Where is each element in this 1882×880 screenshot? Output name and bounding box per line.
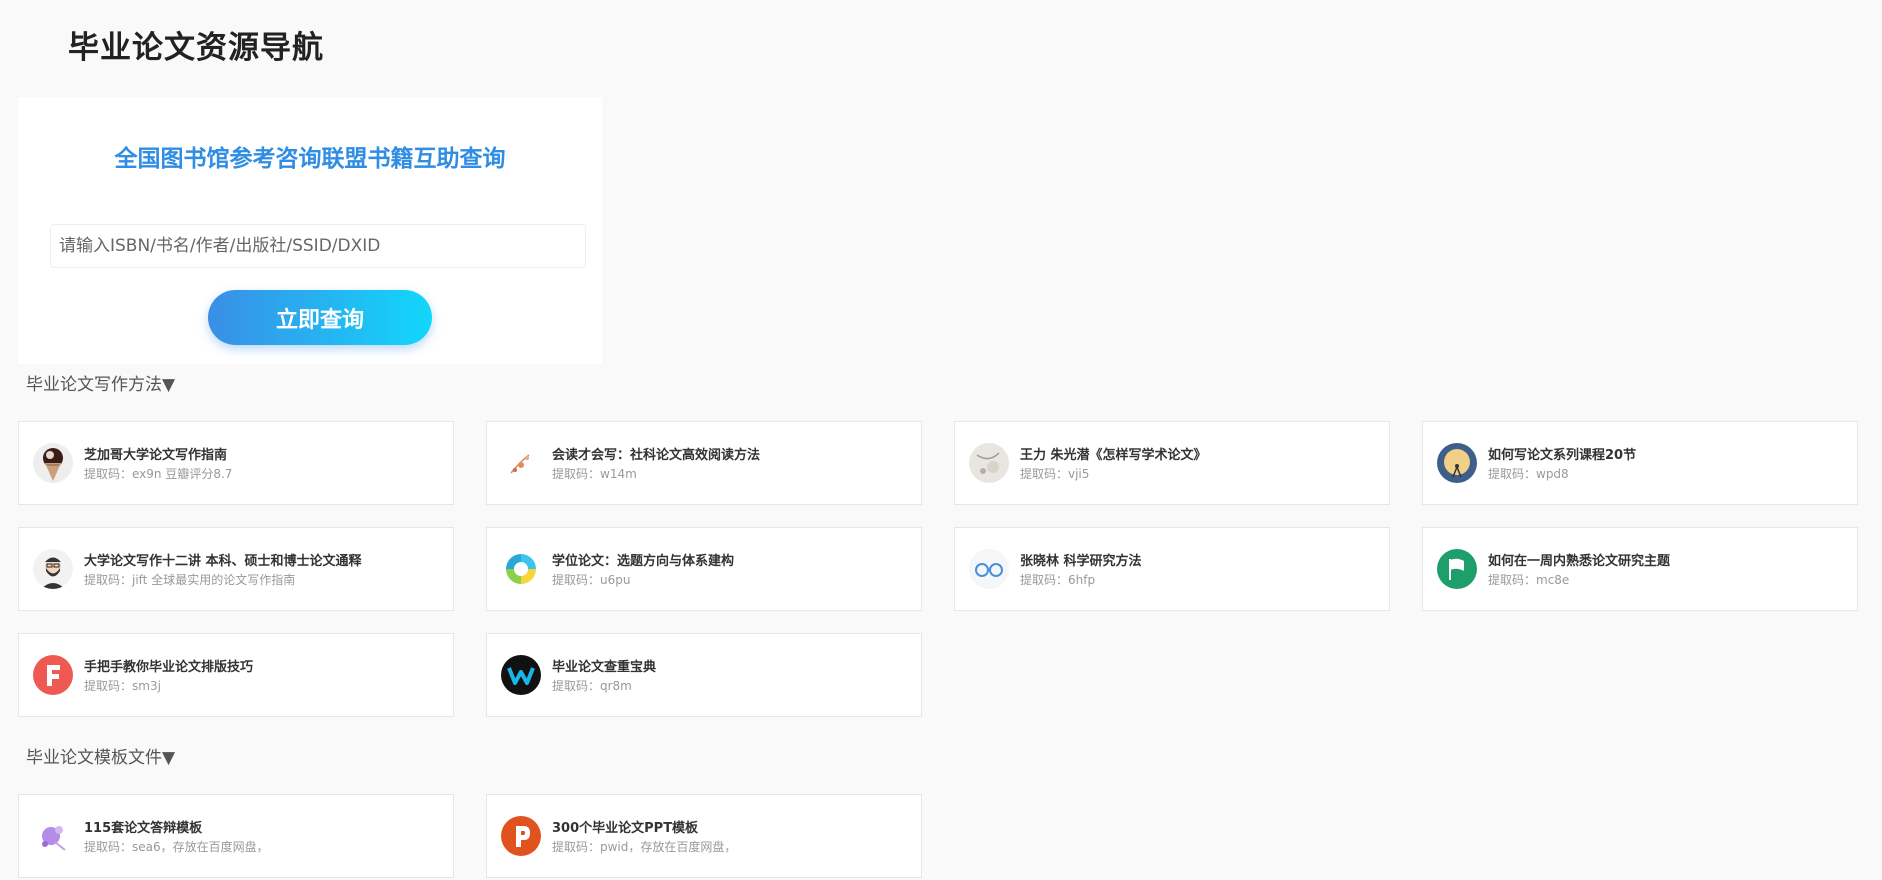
card-title: 如何写论文系列课程20节 [1488, 448, 1637, 463]
card-subtitle: 提取码：mc8e [1488, 573, 1570, 587]
flag-icon [1437, 549, 1477, 589]
card-title: 300个毕业论文PPT模板 [552, 821, 699, 836]
resource-card[interactable]: 学位论文：选题方向与体系建构 提取码：u6pu [486, 527, 922, 611]
card-title: 张晓林 科学研究方法 [1020, 554, 1142, 569]
purple-splash-avatar-icon [33, 816, 73, 856]
card-subtitle: 提取码：sea6，存放在百度网盘， [84, 840, 269, 854]
card-subtitle: 提取码：sm3j [84, 679, 161, 693]
resource-card[interactable]: 如何写论文系列课程20节 提取码：wpd8 [1422, 421, 1858, 505]
card-title: 大学论文写作十二讲 本科、硕士和博士论文通释 [84, 554, 362, 569]
search-button[interactable]: 立即查询 [208, 290, 432, 345]
section-header-writing-methods[interactable]: 毕业论文写作方法▼ [26, 370, 175, 395]
ink-painting-avatar-icon [969, 443, 1009, 483]
powerpoint-icon [501, 816, 541, 856]
glasses-icon [969, 549, 1009, 589]
letter-f-icon [33, 655, 73, 695]
search-input[interactable] [50, 224, 586, 268]
search-title: 全国图书馆参考咨询联盟书籍互助查询 [114, 146, 506, 172]
bearded-man-avatar-icon [33, 549, 73, 589]
resource-card[interactable]: 张晓林 科学研究方法 提取码：6hfp [954, 527, 1390, 611]
moon-telescope-avatar-icon [1437, 443, 1477, 483]
resource-card[interactable]: 300个毕业论文PPT模板 提取码：pwid，存放在百度网盘， [486, 794, 922, 878]
resource-card[interactable]: 毕业论文查重宝典 提取码：qr8m [486, 633, 922, 717]
card-subtitle: 提取码：6hfp [1020, 573, 1096, 587]
color-ring-logo-icon [501, 549, 541, 589]
card-subtitle: 提取码：w14m [552, 467, 637, 481]
card-subtitle: 提取码：ex9n 豆瓣评分8.7 [84, 467, 233, 481]
resource-card[interactable]: 会读才会写：社科论文高效阅读方法 提取码：w14m [486, 421, 922, 505]
resource-card[interactable]: 大学论文写作十二讲 本科、硕士和博士论文通释 提取码：jift 全球最实用的论文… [18, 527, 454, 611]
site-title: 毕业论文资源导航 [68, 30, 324, 66]
card-title: 如何在一周内熟悉论文研究主题 [1488, 554, 1671, 569]
section-header-template-files[interactable]: 毕业论文模板文件▼ [26, 743, 175, 768]
card-title: 手把手教你毕业论文排版技巧 [84, 660, 254, 675]
card-subtitle: 提取码：pwid，存放在百度网盘， [552, 840, 737, 854]
card-title: 毕业论文查重宝典 [552, 660, 657, 675]
resource-card[interactable]: 芝加哥大学论文写作指南 提取码：ex9n 豆瓣评分8.7 [18, 421, 454, 505]
book-search-card: 全国图书馆参考咨询联盟书籍互助查询 立即查询 [18, 97, 602, 364]
ice-cream-avatar-icon [33, 443, 73, 483]
card-title: 学位论文：选题方向与体系建构 [552, 554, 735, 569]
card-title: 芝加哥大学论文写作指南 [84, 448, 228, 463]
card-title: 会读才会写：社科论文高效阅读方法 [552, 448, 761, 463]
flower-sketch-avatar-icon [501, 443, 541, 483]
card-title: 王力 朱光潜《怎样写学术论文》 [1020, 448, 1207, 463]
resource-card[interactable]: 如何在一周内熟悉论文研究主题 提取码：mc8e [1422, 527, 1858, 611]
resource-card[interactable]: 王力 朱光潜《怎样写学术论文》 提取码：vji5 [954, 421, 1390, 505]
card-subtitle: 提取码：vji5 [1020, 467, 1090, 481]
resource-card[interactable]: 手把手教你毕业论文排版技巧 提取码：sm3j [18, 633, 454, 717]
letter-w-logo-icon [501, 655, 541, 695]
card-subtitle: 提取码：wpd8 [1488, 467, 1569, 481]
card-subtitle: 提取码：qr8m [552, 679, 632, 693]
card-subtitle: 提取码：u6pu [552, 573, 631, 587]
resource-card[interactable]: 115套论文答辩模板 提取码：sea6，存放在百度网盘， [18, 794, 454, 878]
card-title: 115套论文答辩模板 [84, 821, 203, 836]
card-subtitle: 提取码：jift 全球最实用的论文写作指南 [84, 573, 296, 587]
